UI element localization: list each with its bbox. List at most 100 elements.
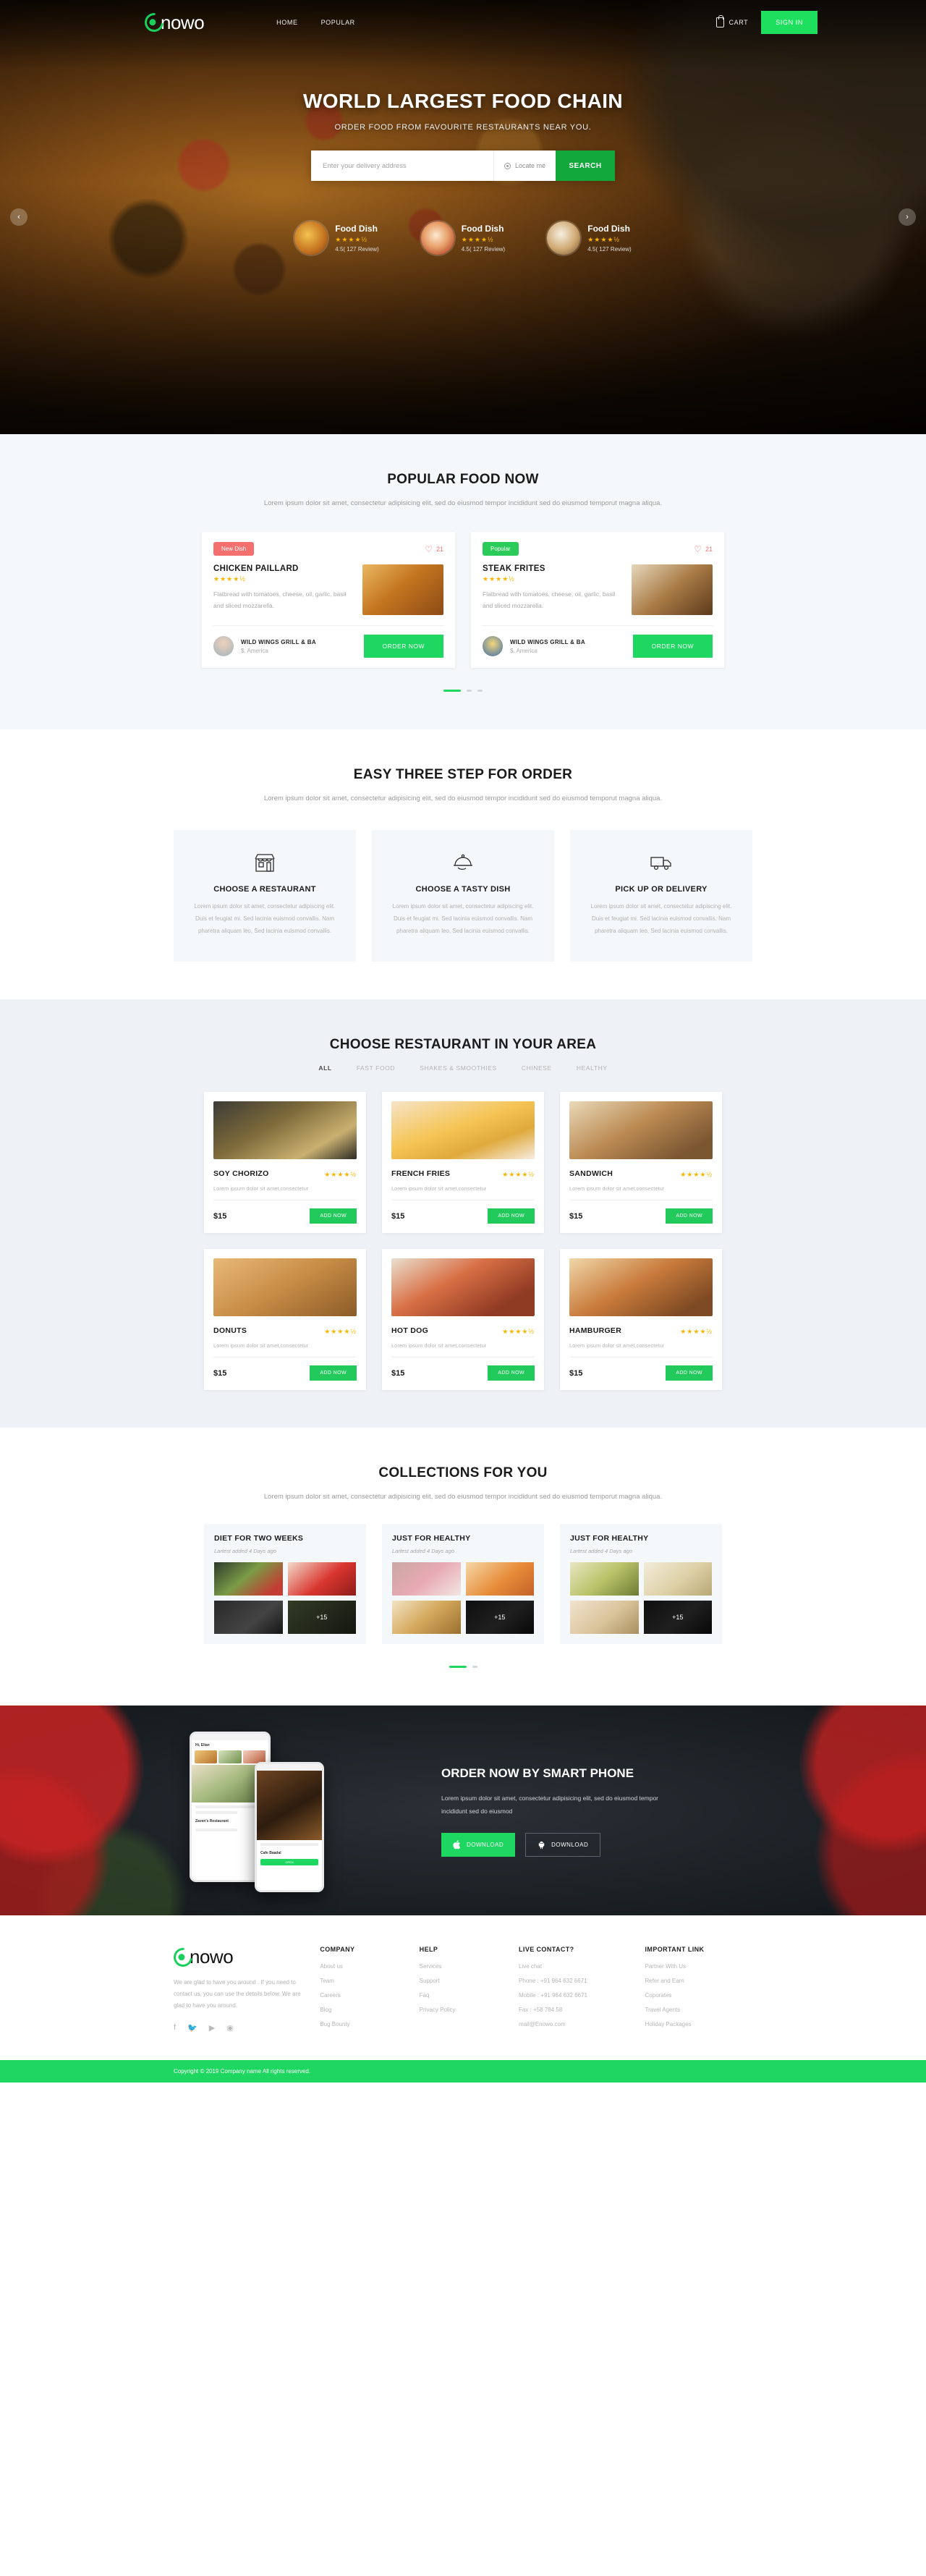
footer-link[interactable]: Support bbox=[420, 1978, 500, 1984]
apple-icon bbox=[453, 1840, 461, 1850]
footer-link[interactable]: Refer and Earn bbox=[645, 1978, 752, 1984]
hero-prev-arrow[interactable]: ‹ bbox=[10, 208, 27, 226]
youtube-icon[interactable]: ▶ bbox=[209, 2023, 215, 2033]
collection-thumb bbox=[570, 1601, 639, 1635]
delivery-address-input[interactable] bbox=[311, 151, 493, 181]
status-badge: Popular bbox=[483, 542, 519, 556]
hero-next-arrow[interactable]: › bbox=[899, 208, 916, 226]
signin-button[interactable]: SIGN IN bbox=[761, 11, 817, 34]
like-counter[interactable]: ♡ 21 bbox=[694, 544, 713, 554]
add-now-button[interactable]: ADD NOW bbox=[488, 1365, 535, 1381]
food-stars: ★★★★½ bbox=[680, 1328, 713, 1336]
popular-card[interactable]: New Dish ♡ 21 CHICKEN PAILLARD ★★★★½ Fla… bbox=[202, 532, 455, 668]
heart-icon: ♡ bbox=[694, 543, 702, 554]
footer-link[interactable]: Team bbox=[320, 1978, 400, 1984]
site-footer: nowo We are glad to have you around . If… bbox=[0, 1915, 926, 2061]
footer-link[interactable]: Live chat bbox=[519, 1963, 626, 1970]
footer-link[interactable]: Faq bbox=[420, 1992, 500, 1999]
order-now-button[interactable]: ORDER NOW bbox=[363, 635, 443, 658]
add-now-button[interactable]: ADD NOW bbox=[488, 1208, 535, 1224]
nav-link-home[interactable]: HOME bbox=[276, 19, 297, 26]
footer-logo[interactable]: nowo bbox=[169, 1944, 301, 1971]
food-card[interactable]: HOT DOG ★★★★½ Lorem ipsum dolor sit amet,… bbox=[382, 1249, 544, 1391]
add-now-button[interactable]: ADD NOW bbox=[666, 1208, 713, 1224]
footer-link[interactable]: mail@Enowo.com bbox=[519, 2021, 626, 2028]
footer-link[interactable]: Holiday Packages bbox=[645, 2021, 752, 2028]
location-pin-icon bbox=[504, 162, 511, 169]
cart-button[interactable]: CART bbox=[715, 15, 749, 27]
facebook-icon[interactable]: f bbox=[174, 2023, 176, 2033]
footer-link[interactable]: Travel Agents bbox=[645, 2007, 752, 2013]
popular-dish-stars: ★★★★½ bbox=[213, 575, 246, 582]
tab-healthy[interactable]: HEALTHY bbox=[577, 1064, 608, 1072]
food-image bbox=[391, 1258, 535, 1317]
footer-link[interactable]: Blog bbox=[320, 2007, 400, 2013]
carousel-dot[interactable] bbox=[449, 1666, 467, 1669]
footer-brand-name: nowo bbox=[190, 1946, 234, 1968]
carousel-dot[interactable] bbox=[443, 690, 461, 692]
food-desc: Lorem ipsum dolor sit amet,consectetur bbox=[213, 1342, 309, 1350]
footer-link[interactable]: Coporates bbox=[645, 1992, 752, 1999]
phone-restaurant-name: Cafe Baadal bbox=[260, 1851, 281, 1856]
food-card[interactable]: DONUTS ★★★★½ Lorem ipsum dolor sit amet,c… bbox=[204, 1249, 366, 1391]
footer-link: Phone : +91 964 632 6671 bbox=[519, 1978, 587, 1985]
food-image bbox=[391, 1101, 535, 1160]
tab-all[interactable]: ALL bbox=[318, 1064, 331, 1072]
like-counter[interactable]: ♡ 21 bbox=[425, 544, 443, 554]
download-android-button[interactable]: DOWNLOAD bbox=[525, 1833, 601, 1857]
hero-dish-item[interactable]: Food Dish ★★★★½ 4.5( 127 Review) bbox=[420, 221, 505, 255]
brand-name: nowo bbox=[161, 11, 205, 33]
food-name: HOT DOG bbox=[391, 1326, 429, 1336]
add-now-button[interactable]: ADD NOW bbox=[310, 1365, 357, 1381]
carousel-dot[interactable] bbox=[472, 1666, 477, 1669]
food-desc: Lorem ipsum dolor sit amet,consectetur bbox=[391, 1185, 487, 1192]
step-name: CHOOSE A RESTAURANT bbox=[213, 885, 316, 894]
food-card[interactable]: HAMBURGER ★★★★½ Lorem ipsum dolor sit ame… bbox=[560, 1249, 722, 1391]
locate-me-button[interactable]: Locate me bbox=[493, 151, 556, 181]
step-card: PICK UP OR DELIVERY Lorem ipsum dolor si… bbox=[570, 830, 752, 962]
phone-open-button: OPEN bbox=[260, 1859, 318, 1866]
promo-copy: ORDER NOW BY SMART PHONE Lorem ipsum dol… bbox=[420, 1765, 752, 1857]
dish-name: Food Dish bbox=[461, 224, 504, 234]
popular-card-header: Popular ♡ 21 bbox=[483, 542, 713, 556]
add-now-button[interactable]: ADD NOW bbox=[666, 1365, 713, 1381]
tab-shakes-smoothies[interactable]: SHAKES & SMOOTHIES bbox=[420, 1064, 497, 1072]
dish-reviews: 4.5( 127 Review) bbox=[587, 246, 632, 253]
food-price: $15 bbox=[391, 1368, 405, 1378]
popular-card[interactable]: Popular ♡ 21 STEAK FRITES ★★★★½ Flatbrea… bbox=[471, 532, 724, 668]
hero-copy: WORLD LARGEST FOOD CHAIN ORDER FOOD FROM… bbox=[0, 90, 926, 181]
footer-link[interactable]: Services bbox=[420, 1963, 500, 1970]
footer-link[interactable]: Privacy Policy bbox=[420, 2007, 500, 2013]
dish-reviews: 4.5( 127 Review) bbox=[335, 246, 379, 253]
popular-dish-desc: Flatbread with tomatoes, cheese, oil, ga… bbox=[213, 590, 347, 610]
footer-link[interactable]: Partner With Us bbox=[645, 1963, 752, 1970]
collection-card[interactable]: JUST FOR HEALTHY Lartest added 4 Days ag… bbox=[560, 1524, 722, 1645]
collection-thumb bbox=[643, 1562, 712, 1596]
download-ios-button[interactable]: DOWNLOAD bbox=[441, 1833, 516, 1857]
footer-about-text: We are glad to have you around . If you … bbox=[174, 1979, 301, 2009]
food-card[interactable]: FRENCH FRIES ★★★★½ Lorem ipsum dolor sit … bbox=[382, 1092, 544, 1234]
twitter-icon[interactable]: 🐦 bbox=[187, 2023, 197, 2033]
hero-dish-list: Food Dish ★★★★½ 4.5( 127 Review) Food Di… bbox=[0, 221, 926, 255]
footer-link[interactable]: Careers bbox=[320, 1992, 400, 1999]
popular-card-body: CHICKEN PAILLARD ★★★★½ Flatbread with to… bbox=[213, 564, 443, 615]
hero-dish-item[interactable]: Food Dish ★★★★½ 4.5( 127 Review) bbox=[294, 221, 379, 255]
carousel-dot[interactable] bbox=[477, 690, 483, 692]
nav-link-popular[interactable]: POPULAR bbox=[321, 19, 355, 26]
collection-card[interactable]: DIET FOR TWO WEEKS Lartest added 4 Days … bbox=[204, 1524, 366, 1645]
add-now-button[interactable]: ADD NOW bbox=[310, 1208, 357, 1224]
footer-heading: IMPORTANT LINK bbox=[645, 1946, 705, 1954]
search-button[interactable]: SEARCH bbox=[556, 151, 615, 181]
footer-link[interactable]: Bug Bounty bbox=[320, 2021, 400, 2028]
food-card[interactable]: SOY CHORIZO ★★★★½ Lorem ipsum dolor sit a… bbox=[204, 1092, 366, 1234]
tab-chinese[interactable]: CHINESE bbox=[522, 1064, 552, 1072]
brand-logo[interactable]: nowo bbox=[140, 9, 205, 36]
tab-fast-food[interactable]: FAST FOOD bbox=[357, 1064, 395, 1072]
order-now-button[interactable]: ORDER NOW bbox=[632, 635, 713, 658]
dribbble-icon[interactable]: ◉ bbox=[226, 2023, 234, 2033]
collection-card[interactable]: JUST FOR HEALTHY Lartest added 4 Days ag… bbox=[382, 1524, 544, 1645]
hero-dish-item[interactable]: Food Dish ★★★★½ 4.5( 127 Review) bbox=[547, 221, 632, 255]
carousel-dot[interactable] bbox=[467, 690, 472, 692]
footer-link[interactable]: About us bbox=[320, 1963, 400, 1970]
food-card[interactable]: SANDWICH ★★★★½ Lorem ipsum dolor sit amet… bbox=[560, 1092, 722, 1234]
